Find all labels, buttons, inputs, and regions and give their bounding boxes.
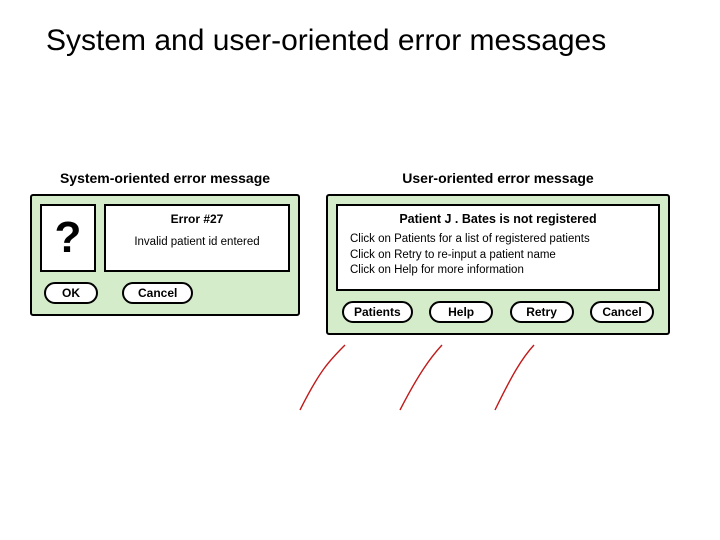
user-help-line: Click on Retry to re-input a patient nam… <box>350 248 646 264</box>
system-button-row: OK Cancel <box>40 280 290 306</box>
user-help-line: Click on Help for more information <box>350 263 646 279</box>
user-help-line: Click on Patients for a list of register… <box>350 232 646 248</box>
user-message-box: Patient J . Bates is not registered Clic… <box>336 204 660 291</box>
user-dialog: Patient J . Bates is not registered Clic… <box>326 194 670 335</box>
retry-button[interactable]: Retry <box>510 301 574 323</box>
system-panel-label: System-oriented error message <box>60 170 270 186</box>
user-error-title: Patient J . Bates is not registered <box>350 212 646 226</box>
system-dialog-top: ? Error #27 Invalid patient id entered <box>40 204 290 272</box>
panels-row: System-oriented error message ? Error #2… <box>30 170 690 335</box>
system-error-body: Invalid patient id entered <box>134 236 259 248</box>
patients-button[interactable]: Patients <box>342 301 413 323</box>
system-message-box: Error #27 Invalid patient id entered <box>104 204 290 272</box>
user-button-row: Patients Help Retry Cancel <box>336 299 660 325</box>
ok-button[interactable]: OK <box>44 282 98 304</box>
question-mark-icon: ? <box>40 204 96 272</box>
system-panel: System-oriented error message ? Error #2… <box>30 170 300 316</box>
cancel-button[interactable]: Cancel <box>122 282 193 304</box>
user-panel-label: User-oriented error message <box>402 170 593 186</box>
cancel-button[interactable]: Cancel <box>590 301 654 323</box>
page-title: System and user-oriented error messages <box>46 24 684 58</box>
user-panel: User-oriented error message Patient J . … <box>326 170 670 335</box>
system-dialog: ? Error #27 Invalid patient id entered O… <box>30 194 300 316</box>
slide: System and user-oriented error messages … <box>0 0 720 540</box>
help-button[interactable]: Help <box>429 301 493 323</box>
system-error-title: Error #27 <box>171 212 224 226</box>
annotation-scribbles <box>290 340 620 430</box>
